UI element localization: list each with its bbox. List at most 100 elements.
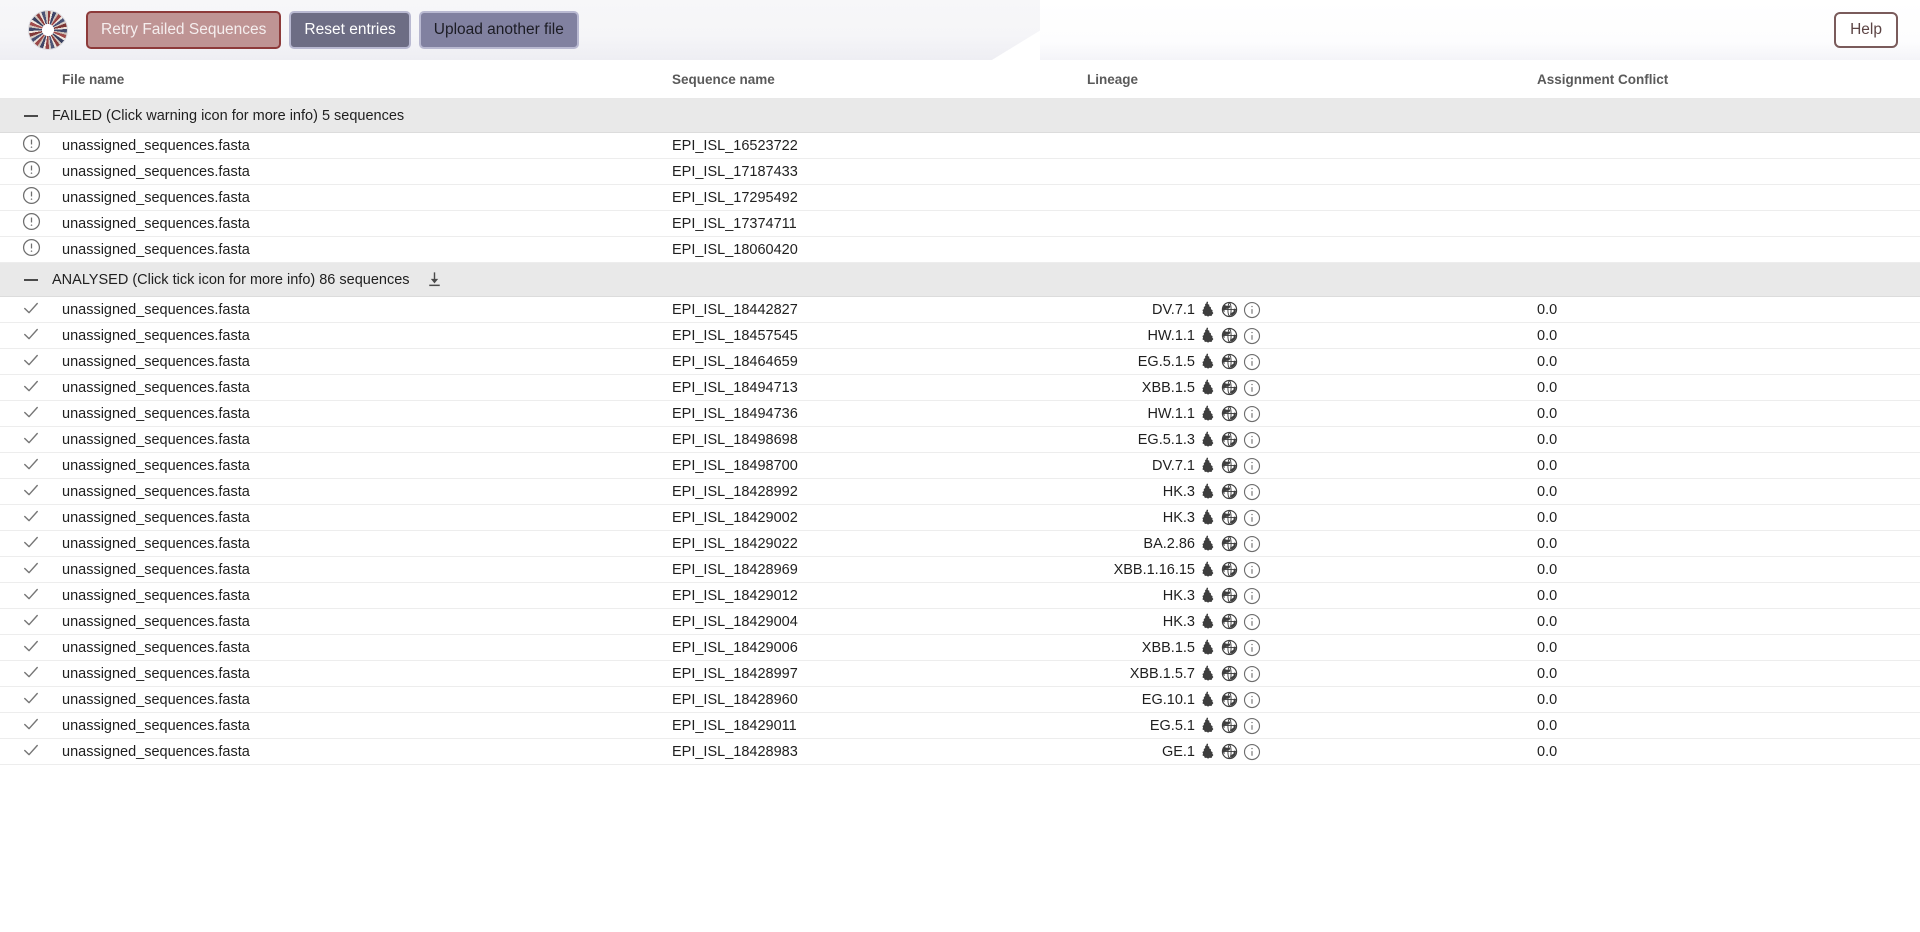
- info-circle-icon[interactable]: [1243, 535, 1261, 553]
- row-status-cell[interactable]: [0, 530, 62, 557]
- info-circle-icon[interactable]: [1243, 405, 1261, 423]
- table-row[interactable]: unassigned_sequences.fasta EPI_ISL_184289…: [0, 660, 1920, 687]
- globe-icon[interactable]: [1221, 301, 1238, 318]
- table-row[interactable]: unassigned_sequences.fasta EPI_ISL_180604…: [0, 236, 1920, 263]
- check-icon[interactable]: [21, 480, 41, 500]
- uk-map-icon[interactable]: [1201, 691, 1216, 708]
- info-circle-icon[interactable]: [1243, 483, 1261, 501]
- table-row[interactable]: unassigned_sequences.fasta EPI_ISL_172954…: [0, 184, 1920, 211]
- row-status-cell[interactable]: [0, 608, 62, 635]
- globe-icon[interactable]: [1221, 535, 1238, 552]
- row-status-cell[interactable]: [0, 504, 62, 531]
- table-row[interactable]: unassigned_sequences.fasta EPI_ISL_184428…: [0, 296, 1920, 323]
- warning-circle-icon[interactable]: [22, 212, 41, 231]
- globe-icon[interactable]: [1221, 353, 1238, 370]
- table-row[interactable]: unassigned_sequences.fasta EPI_ISL_171874…: [0, 158, 1920, 185]
- info-circle-icon[interactable]: [1243, 587, 1261, 605]
- info-circle-icon[interactable]: [1243, 665, 1261, 683]
- table-row[interactable]: unassigned_sequences.fasta EPI_ISL_173747…: [0, 210, 1920, 237]
- check-icon[interactable]: [21, 584, 41, 604]
- globe-icon[interactable]: [1221, 405, 1238, 422]
- upload-another-file-button[interactable]: Upload another file: [418, 11, 579, 49]
- row-status-cell[interactable]: [0, 582, 62, 609]
- check-icon[interactable]: [21, 402, 41, 422]
- group-header-cell[interactable]: FAILED (Click warning icon for more info…: [0, 98, 1920, 133]
- uk-map-icon[interactable]: [1201, 379, 1216, 396]
- globe-icon[interactable]: [1221, 561, 1238, 578]
- uk-map-icon[interactable]: [1201, 327, 1216, 344]
- table-row[interactable]: unassigned_sequences.fasta EPI_ISL_184289…: [0, 556, 1920, 583]
- row-status-cell[interactable]: [0, 478, 62, 505]
- uk-map-icon[interactable]: [1201, 587, 1216, 604]
- globe-icon[interactable]: [1221, 613, 1238, 630]
- info-circle-icon[interactable]: [1243, 509, 1261, 527]
- table-row[interactable]: unassigned_sequences.fasta EPI_ISL_184290…: [0, 582, 1920, 609]
- group-header-row-analysed[interactable]: ANALYSED (Click tick icon for more info)…: [0, 262, 1920, 297]
- info-circle-icon[interactable]: [1243, 379, 1261, 397]
- warning-circle-icon[interactable]: [22, 160, 41, 179]
- check-icon[interactable]: [21, 454, 41, 474]
- check-icon[interactable]: [21, 376, 41, 396]
- warning-circle-icon[interactable]: [22, 186, 41, 205]
- help-button[interactable]: Help: [1834, 12, 1898, 48]
- row-status-cell[interactable]: [0, 452, 62, 479]
- check-icon[interactable]: [21, 428, 41, 448]
- globe-icon[interactable]: [1221, 665, 1238, 682]
- info-circle-icon[interactable]: [1243, 743, 1261, 761]
- info-circle-icon[interactable]: [1243, 639, 1261, 657]
- reset-entries-button[interactable]: Reset entries: [289, 11, 411, 49]
- row-status-cell[interactable]: [0, 236, 62, 263]
- check-icon[interactable]: [21, 610, 41, 630]
- download-icon[interactable]: [426, 271, 443, 288]
- uk-map-icon[interactable]: [1201, 717, 1216, 734]
- table-row[interactable]: unassigned_sequences.fasta EPI_ISL_184290…: [0, 530, 1920, 557]
- globe-icon[interactable]: [1221, 457, 1238, 474]
- check-icon[interactable]: [21, 324, 41, 344]
- globe-icon[interactable]: [1221, 327, 1238, 344]
- row-status-cell[interactable]: [0, 426, 62, 453]
- info-circle-icon[interactable]: [1243, 327, 1261, 345]
- uk-map-icon[interactable]: [1201, 301, 1216, 318]
- table-row[interactable]: unassigned_sequences.fasta EPI_ISL_184947…: [0, 400, 1920, 427]
- warning-circle-icon[interactable]: [22, 238, 41, 257]
- check-icon[interactable]: [21, 714, 41, 734]
- info-circle-icon[interactable]: [1243, 691, 1261, 709]
- uk-map-icon[interactable]: [1201, 535, 1216, 552]
- row-status-cell[interactable]: [0, 738, 62, 765]
- info-circle-icon[interactable]: [1243, 431, 1261, 449]
- table-row[interactable]: unassigned_sequences.fasta EPI_ISL_184646…: [0, 348, 1920, 375]
- row-status-cell[interactable]: [0, 400, 62, 427]
- globe-icon[interactable]: [1221, 379, 1238, 396]
- uk-map-icon[interactable]: [1201, 431, 1216, 448]
- collapse-toggle-icon[interactable]: [24, 278, 38, 281]
- info-circle-icon[interactable]: [1243, 561, 1261, 579]
- row-status-cell[interactable]: [0, 184, 62, 211]
- retry-failed-sequences-button[interactable]: Retry Failed Sequences: [86, 11, 282, 49]
- uk-map-icon[interactable]: [1201, 665, 1216, 682]
- table-row[interactable]: unassigned_sequences.fasta EPI_ISL_184290…: [0, 608, 1920, 635]
- uk-map-icon[interactable]: [1201, 743, 1216, 760]
- uk-map-icon[interactable]: [1201, 561, 1216, 578]
- row-status-cell[interactable]: [0, 296, 62, 323]
- row-status-cell[interactable]: [0, 660, 62, 687]
- uk-map-icon[interactable]: [1201, 613, 1216, 630]
- table-row[interactable]: unassigned_sequences.fasta EPI_ISL_184947…: [0, 374, 1920, 401]
- check-icon[interactable]: [21, 532, 41, 552]
- row-status-cell[interactable]: [0, 556, 62, 583]
- uk-map-icon[interactable]: [1201, 639, 1216, 656]
- row-status-cell[interactable]: [0, 210, 62, 237]
- check-icon[interactable]: [21, 298, 41, 318]
- check-icon[interactable]: [21, 558, 41, 578]
- info-circle-icon[interactable]: [1243, 717, 1261, 735]
- globe-icon[interactable]: [1221, 483, 1238, 500]
- table-row[interactable]: unassigned_sequences.fasta EPI_ISL_184290…: [0, 504, 1920, 531]
- globe-icon[interactable]: [1221, 587, 1238, 604]
- table-row[interactable]: unassigned_sequences.fasta EPI_ISL_184289…: [0, 686, 1920, 713]
- row-status-cell[interactable]: [0, 132, 62, 159]
- check-icon[interactable]: [21, 350, 41, 370]
- uk-map-icon[interactable]: [1201, 353, 1216, 370]
- group-header-row-failed[interactable]: FAILED (Click warning icon for more info…: [0, 98, 1920, 133]
- table-row[interactable]: unassigned_sequences.fasta EPI_ISL_184289…: [0, 478, 1920, 505]
- uk-map-icon[interactable]: [1201, 457, 1216, 474]
- table-row[interactable]: unassigned_sequences.fasta EPI_ISL_184575…: [0, 322, 1920, 349]
